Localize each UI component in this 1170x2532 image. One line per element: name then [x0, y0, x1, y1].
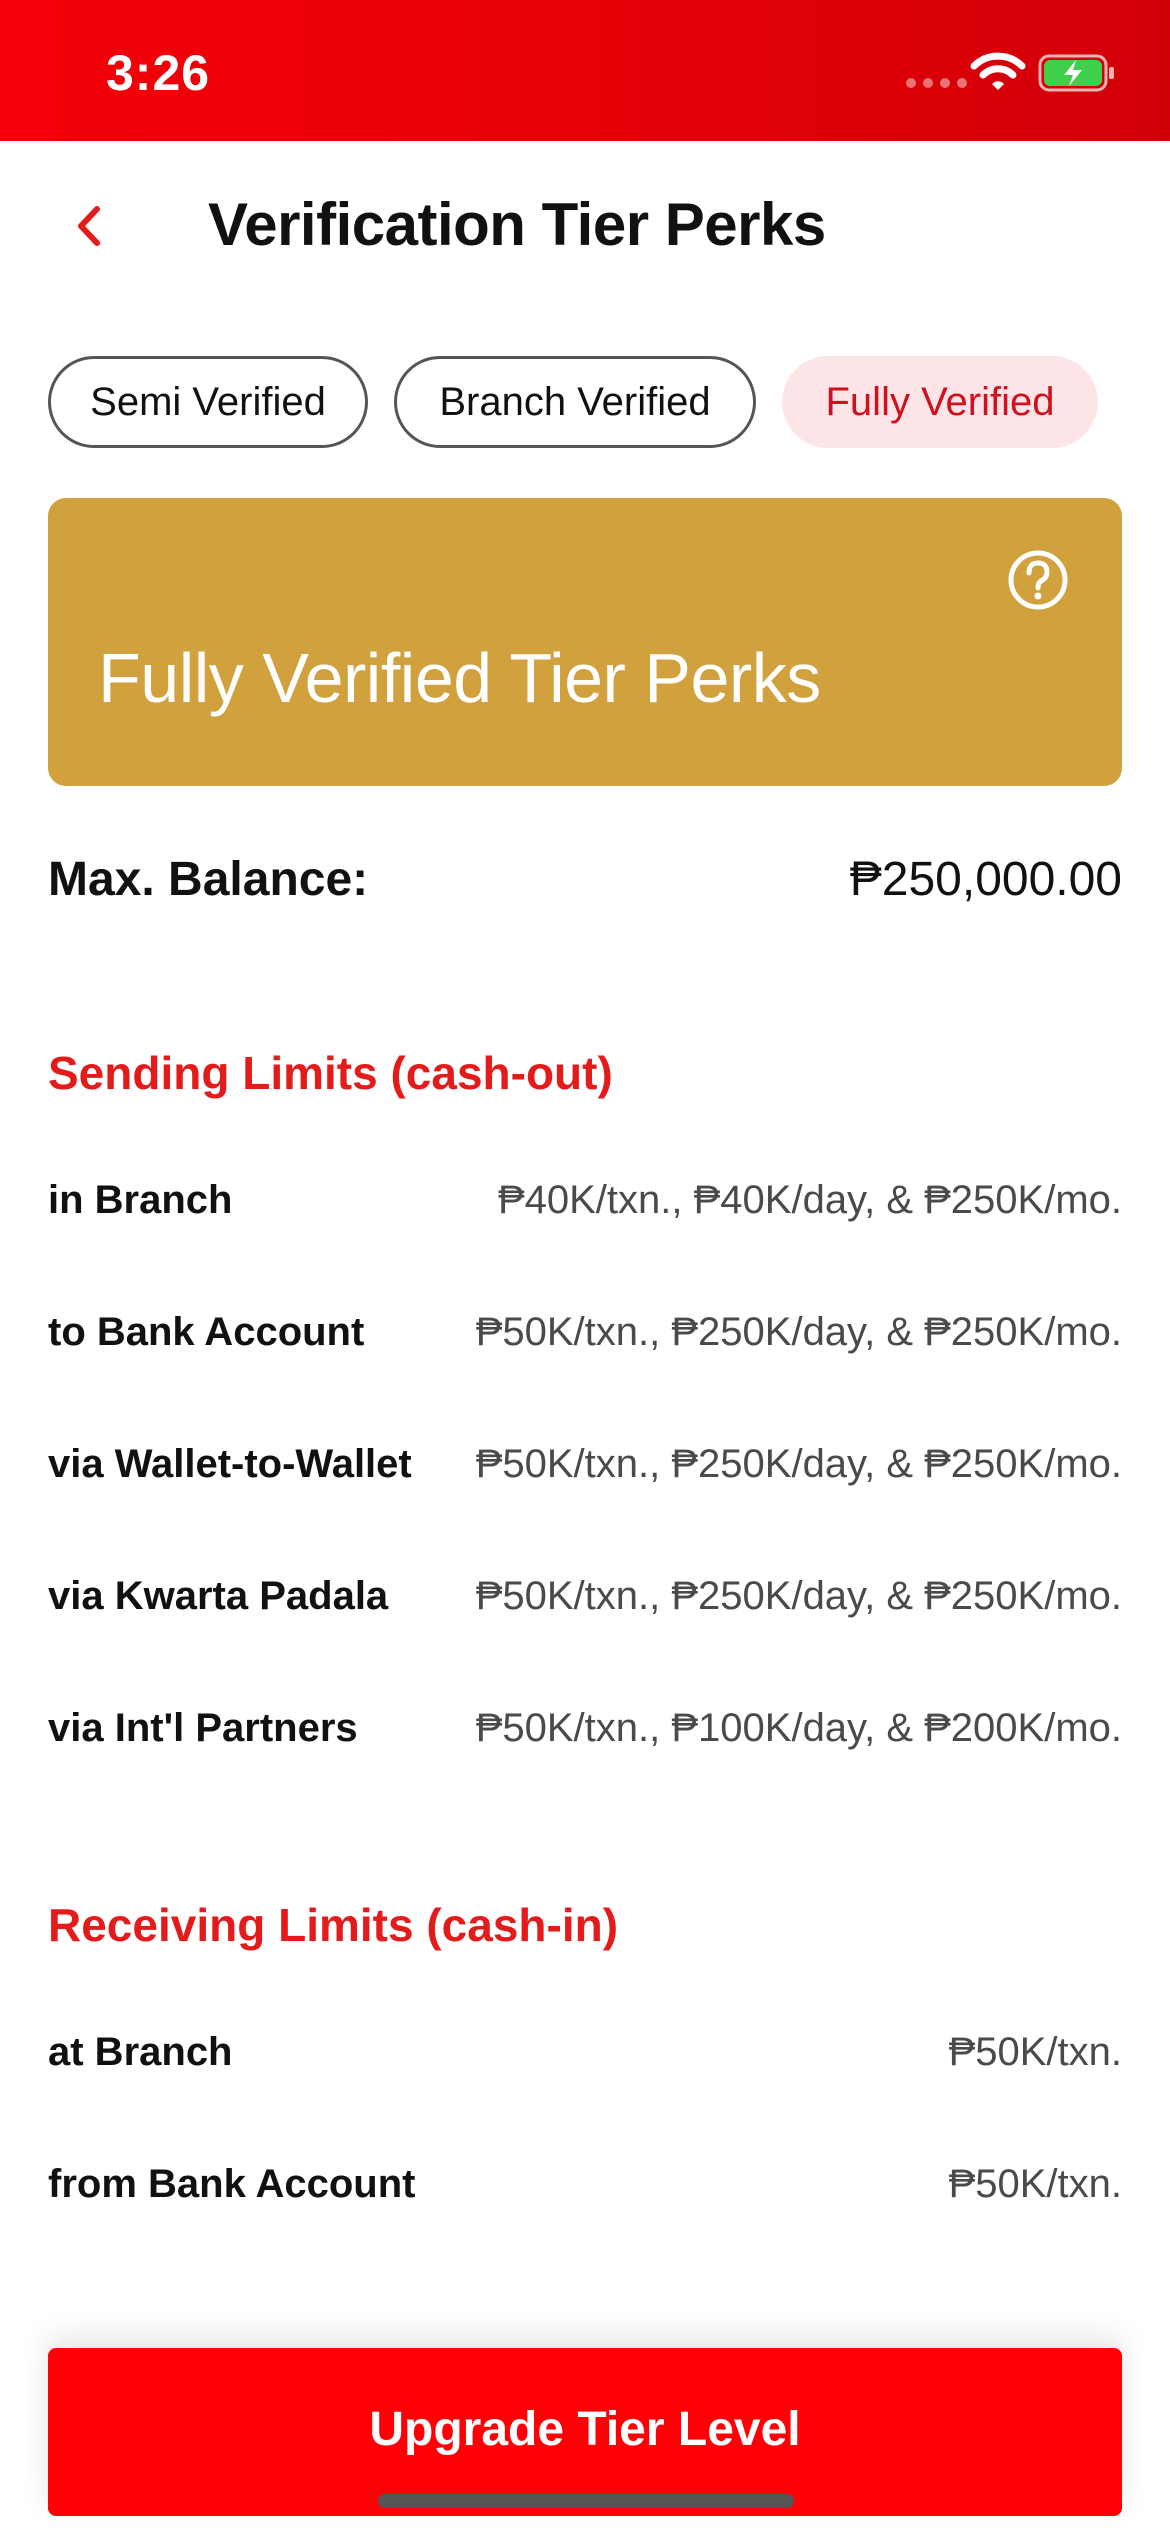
limit-value: ₱50K/txn., ₱250K/day, & ₱250K/mo. — [475, 1574, 1122, 1618]
limit-value: ₱50K/txn. — [948, 2030, 1122, 2074]
limit-value: ₱40K/txn., ₱40K/day, & ₱250K/mo. — [497, 1178, 1122, 1222]
max-balance-label: Max. Balance: — [48, 853, 369, 906]
max-balance-value: ₱250,000.00 — [849, 853, 1122, 906]
limit-label: to Bank Account — [48, 1310, 365, 1354]
sending-limits-title: Sending Limits (cash-out) — [48, 1047, 613, 1099]
limit-label: in Branch — [48, 1178, 233, 1222]
list-item: to Bank Account ₱50K/txn., ₱250K/day, & … — [48, 1310, 1122, 1370]
home-indicator[interactable] — [378, 2494, 794, 2508]
banner-title: Fully Verified Tier Perks — [98, 639, 821, 717]
tier-tabs: Semi Verified Branch Verified Fully Veri… — [48, 356, 1098, 448]
limit-label: via Kwarta Padala — [48, 1574, 389, 1618]
list-item: at Branch ₱50K/txn. — [48, 2030, 1122, 2090]
tab-semi-verified[interactable]: Semi Verified — [48, 356, 368, 448]
cellular-signal-icon — [906, 78, 967, 88]
list-item: in Branch ₱40K/txn., ₱40K/day, & ₱250K/m… — [48, 1178, 1122, 1238]
upgrade-tier-button[interactable]: Upgrade Tier Level — [48, 2348, 1122, 2516]
status-time: 3:26 — [106, 45, 211, 101]
battery-charging-icon — [1038, 54, 1114, 92]
wifi-icon — [970, 52, 1026, 90]
limit-value: ₱50K/txn. — [948, 2162, 1122, 2206]
list-item: from Bank Account ₱50K/txn. — [48, 2162, 1122, 2222]
back-button[interactable] — [58, 196, 118, 256]
tier-banner: Fully Verified Tier Perks — [48, 498, 1122, 786]
receiving-limits-title: Receiving Limits (cash-in) — [48, 1899, 619, 1951]
page-title: Verification Tier Perks — [208, 191, 826, 258]
chevron-left-icon — [78, 206, 100, 246]
question-circle-icon[interactable] — [1006, 548, 1070, 612]
tab-branch-verified[interactable]: Branch Verified — [394, 356, 756, 448]
tab-fully-verified[interactable]: Fully Verified — [782, 356, 1098, 448]
list-item: via Kwarta Padala ₱50K/txn., ₱250K/day, … — [48, 1574, 1122, 1634]
limit-label: from Bank Account — [48, 2162, 416, 2206]
status-bar: 3:26 — [0, 0, 1170, 141]
limit-value: ₱50K/txn., ₱100K/day, & ₱200K/mo. — [475, 1706, 1122, 1750]
limit-value: ₱50K/txn., ₱250K/day, & ₱250K/mo. — [475, 1442, 1122, 1486]
limit-label: via Int'l Partners — [48, 1706, 358, 1750]
limit-value: ₱50K/txn., ₱250K/day, & ₱250K/mo. — [475, 1310, 1122, 1354]
list-item: via Int'l Partners ₱50K/txn., ₱100K/day,… — [48, 1706, 1122, 1766]
limit-label: at Branch — [48, 2030, 233, 2074]
limit-label: via Wallet-to-Wallet — [48, 1442, 412, 1486]
list-item: via Wallet-to-Wallet ₱50K/txn., ₱250K/da… — [48, 1442, 1122, 1502]
